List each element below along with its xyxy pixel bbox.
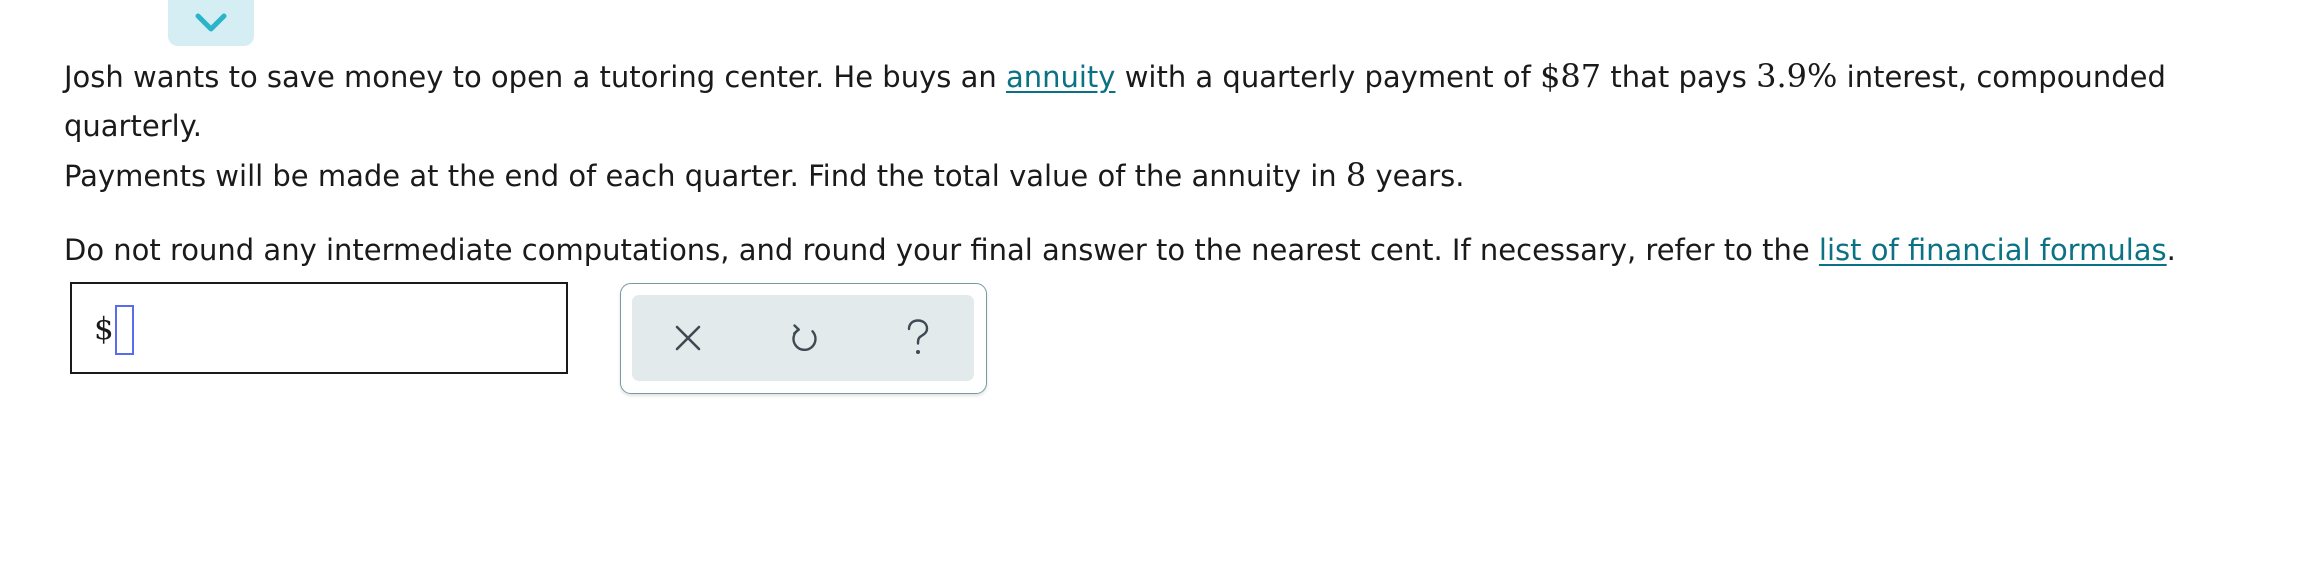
problem-text: Josh wants to save money to open a tutor… (64, 60, 997, 94)
problem-text: with a quarterly payment of (1124, 60, 1531, 94)
problem-text: years. (1375, 159, 1465, 193)
close-icon (675, 325, 701, 351)
problem-text: that pays (1610, 60, 1747, 94)
answer-input-box[interactable]: $ (70, 282, 568, 374)
currency-symbol: $ (94, 311, 114, 347)
collapse-toggle-button[interactable] (168, 0, 254, 46)
clear-button[interactable] (658, 295, 718, 381)
question-mark-icon (907, 319, 929, 354)
rounding-instruction: Do not round any intermediate computatio… (64, 226, 2284, 275)
payment-amount: $87 (1540, 57, 1602, 95)
instruction-text: Do not round any intermediate computatio… (64, 233, 1810, 267)
question-text: Josh wants to save money to open a tutor… (64, 52, 2284, 275)
financial-formulas-link[interactable]: list of financial formulas (1819, 233, 2167, 267)
undo-icon (792, 324, 817, 351)
answer-tools-bar (632, 295, 974, 381)
problem-statement: Josh wants to save money to open a tutor… (64, 52, 2284, 201)
undo-button[interactable] (774, 295, 834, 381)
annuity-link[interactable]: annuity (1006, 60, 1116, 94)
instruction-period: . (2166, 233, 2176, 267)
chevron-down-icon (195, 13, 227, 32)
answer-input-slot[interactable] (115, 305, 134, 355)
answer-tools-panel (620, 283, 987, 394)
help-button[interactable] (888, 295, 948, 381)
interest-rate: 3.9% (1756, 57, 1838, 95)
years-value: 8 (1345, 156, 1367, 194)
problem-text: Payments will be made at the end of each… (64, 159, 1337, 193)
